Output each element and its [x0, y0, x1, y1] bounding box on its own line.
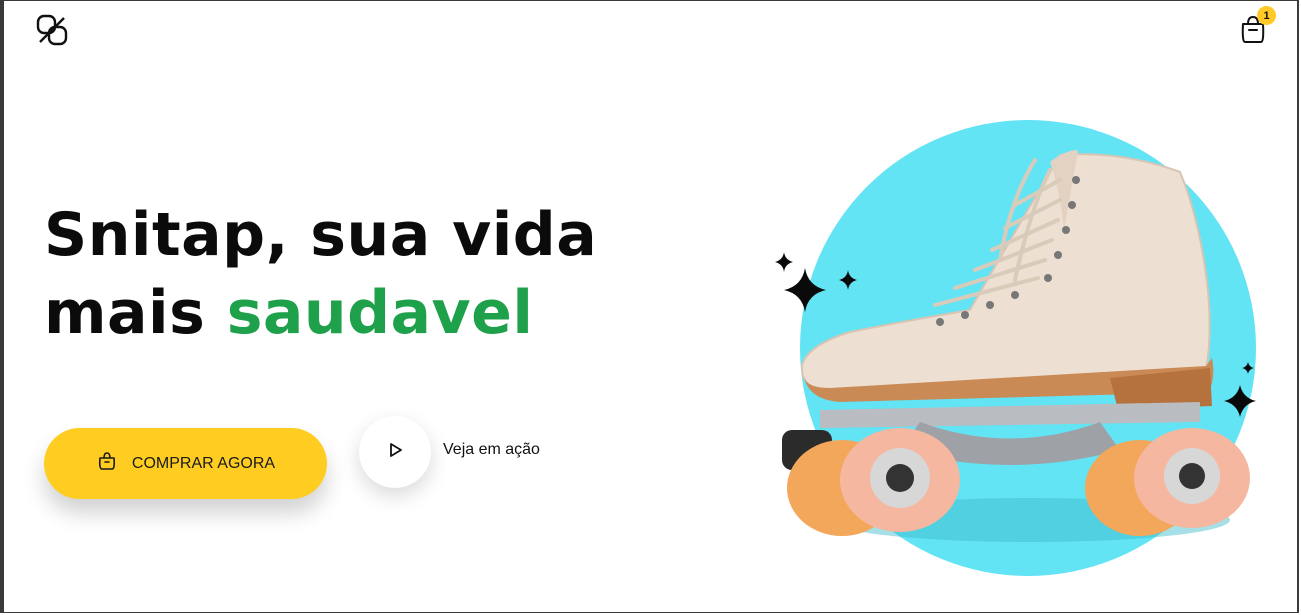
watch-video-button[interactable] — [359, 416, 431, 488]
play-icon — [385, 440, 405, 464]
buy-now-label: COMPRAR AGORA — [131, 454, 276, 472]
buy-now-button[interactable]: COMPRAR AGORA — [44, 428, 327, 499]
snitap-logo-icon[interactable] — [34, 12, 70, 48]
roller-skate-image — [760, 110, 1280, 590]
headline-accent-word: saudavel — [226, 278, 534, 348]
cart-count-badge: 1 — [1257, 6, 1276, 25]
headline-line-2-start: mais — [44, 278, 206, 348]
shopping-bag-icon — [96, 450, 118, 477]
headline-line-1: Snitap, sua vida — [44, 200, 598, 270]
watch-in-action-link[interactable]: Veja em ação — [443, 441, 540, 459]
hero-headline: Snitap, sua vida mais saudavel — [44, 196, 597, 352]
